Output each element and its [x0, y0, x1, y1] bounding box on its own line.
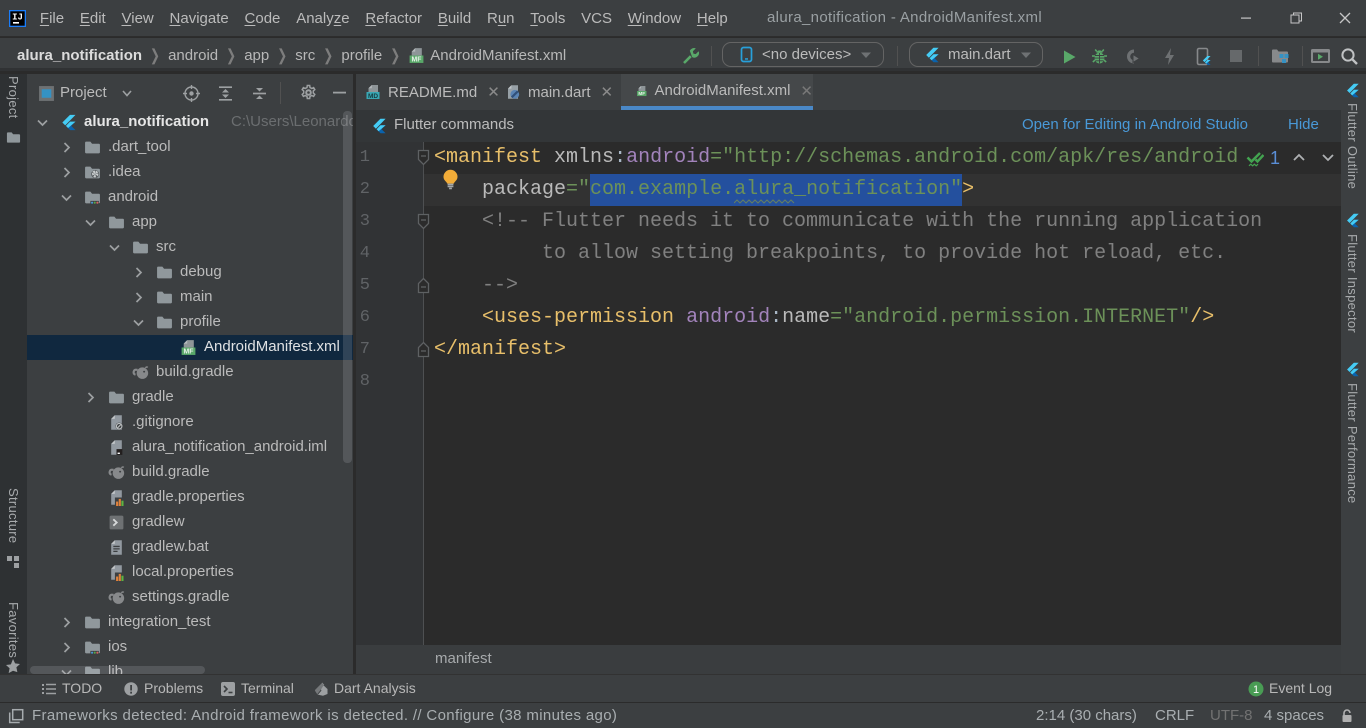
svg-text:1: 1: [1253, 684, 1259, 696]
svg-text:IJ: IJ: [12, 13, 23, 23]
